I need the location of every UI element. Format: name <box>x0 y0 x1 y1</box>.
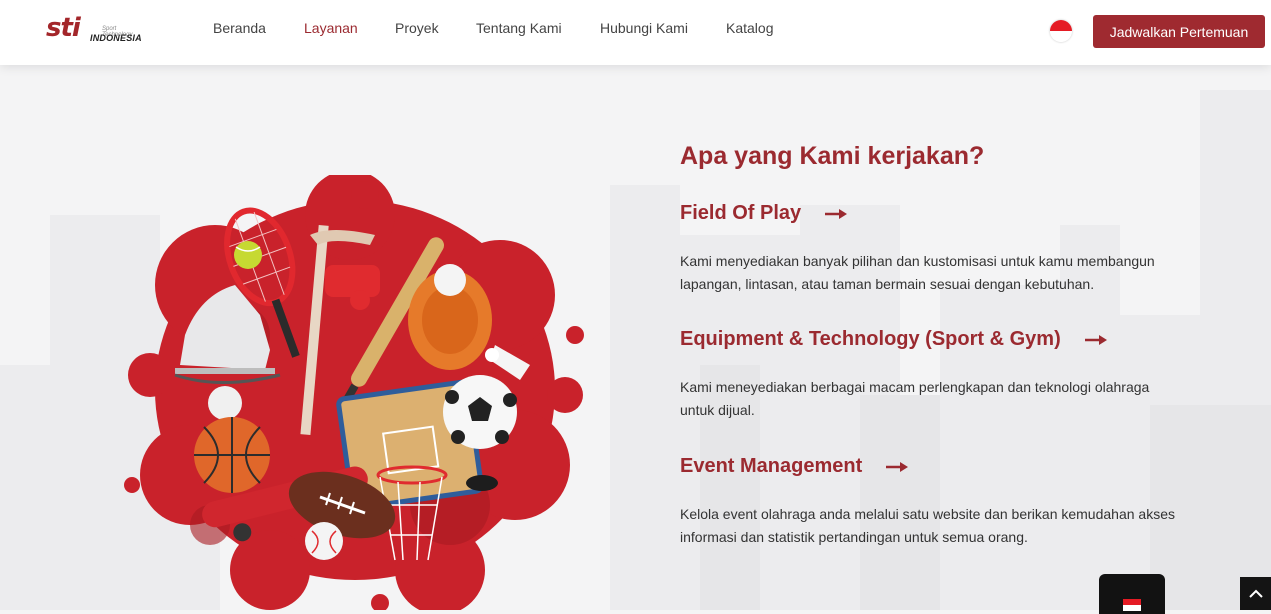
service-link-event-management[interactable]: Event Management <box>680 455 909 478</box>
service-link-field-of-play[interactable]: Field Of Play <box>680 202 848 225</box>
indonesia-flag-icon <box>1123 599 1141 611</box>
service-title: Field Of Play <box>680 202 802 224</box>
nav-item-hubungi-kami[interactable]: Hubungi Kami <box>600 20 688 36</box>
logo-wordmark: sti <box>46 13 81 43</box>
arrow-right-icon <box>886 461 909 472</box>
service-title: Event Management <box>680 455 863 477</box>
nav-item-tentang-kami[interactable]: Tentang Kami <box>476 20 562 36</box>
service-description: Kami menyediakan banyak pilihan dan kust… <box>680 253 1155 292</box>
nav-item-layanan[interactable]: Layanan <box>304 20 358 36</box>
section-title: Apa yang Kami kerjakan? <box>680 142 985 170</box>
service-item: Event Management Kelola event olahraga a… <box>680 455 1175 545</box>
arrow-right-icon <box>1084 334 1107 345</box>
logo-country: INDONESIA <box>90 33 142 43</box>
nav-item-katalog[interactable]: Katalog <box>726 20 773 36</box>
brand-logo[interactable]: sti Sport Technology INDONESIA <box>46 13 146 47</box>
service-item: Equipment & Technology (Sport & Gym) Kam… <box>680 328 1149 418</box>
sports-equipment-illustration <box>124 175 584 610</box>
schedule-meeting-button[interactable]: Jadwalkan Pertemuan <box>1093 15 1265 48</box>
scroll-to-top-button[interactable] <box>1240 577 1271 610</box>
service-description: Kami meneyediakan berbagai macam perleng… <box>680 379 1150 418</box>
language-switcher-widget[interactable] <box>1099 574 1165 614</box>
nav-item-proyek[interactable]: Proyek <box>395 20 439 36</box>
chevron-up-icon <box>1248 589 1263 598</box>
indonesia-flag-icon[interactable] <box>1050 20 1072 42</box>
site-header: sti Sport Technology INDONESIA Beranda L… <box>0 0 1271 65</box>
service-title: Equipment & Technology (Sport & Gym) <box>680 328 1061 350</box>
service-description: Kelola event olahraga anda melalui satu … <box>680 506 1175 545</box>
nav-item-beranda[interactable]: Beranda <box>213 20 266 36</box>
service-link-equipment-technology[interactable]: Equipment & Technology (Sport & Gym) <box>680 328 1107 351</box>
service-item: Field Of Play Kami menyediakan banyak pi… <box>680 202 1155 292</box>
arrow-right-icon <box>825 208 848 219</box>
